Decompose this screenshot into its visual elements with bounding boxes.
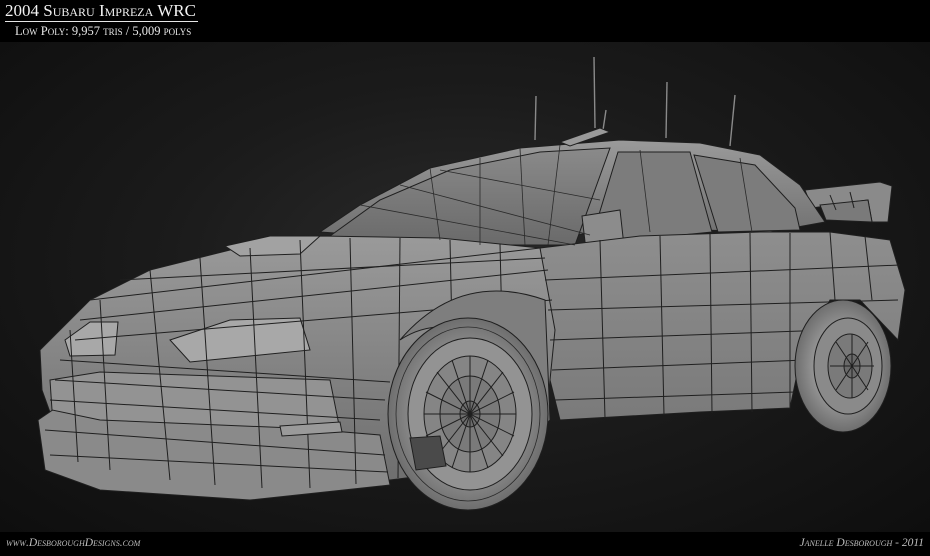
page-title: 2004 Subaru Impreza WRC — [5, 1, 198, 22]
author-credit: Janelle Desborough - 2011 — [799, 537, 924, 549]
car-wireframe-render — [37, 56, 906, 511]
roof-antennas — [534, 56, 736, 147]
render-viewport — [0, 42, 930, 532]
car-cabin — [318, 127, 826, 251]
website-link[interactable]: www.DesboroughDesigns.com — [6, 537, 140, 549]
poly-count-subtitle: Low Poly: 9,957 tris / 5,009 polys — [15, 24, 192, 38]
front-wheel — [387, 317, 549, 511]
rear-wheel — [794, 299, 892, 433]
